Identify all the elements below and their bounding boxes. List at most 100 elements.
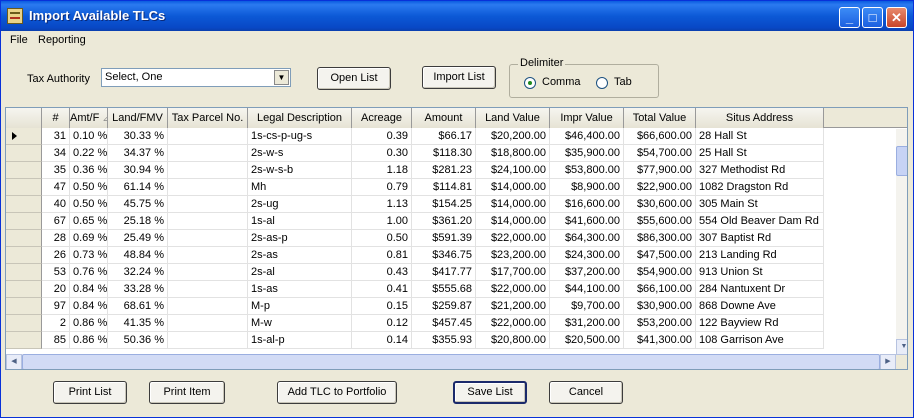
cell-situs-address[interactable]: 913 Union St	[696, 264, 824, 281]
cell-legal-description[interactable]: M-p	[248, 298, 352, 315]
menu-reporting[interactable]: Reporting	[38, 34, 86, 46]
cell-acreage[interactable]: 0.41	[352, 281, 412, 298]
cell-impr-value[interactable]: $53,800.00	[550, 162, 624, 179]
cell-amt-f[interactable]: 0.86 %	[70, 332, 108, 349]
cell-num[interactable]: 67	[42, 213, 70, 230]
cell-amount[interactable]: $281.23	[412, 162, 476, 179]
cell-tax-parcel[interactable]	[168, 315, 248, 332]
cell-amount[interactable]: $457.45	[412, 315, 476, 332]
cell-land-value[interactable]: $18,800.00	[476, 145, 550, 162]
cell-situs-address[interactable]: 327 Methodist Rd	[696, 162, 824, 179]
maximize-button[interactable]: □	[862, 7, 883, 28]
cell-impr-value[interactable]: $16,600.00	[550, 196, 624, 213]
row-header[interactable]	[6, 230, 42, 247]
cell-situs-address[interactable]: 1082 Dragston Rd	[696, 179, 824, 196]
tlc-grid[interactable]: # Amt/F⊿ Land/FMV Tax Parcel No. Legal Descr…	[5, 107, 908, 370]
cell-situs-address[interactable]: 305 Main St	[696, 196, 824, 213]
cell-land-fmv[interactable]: 68.61 %	[108, 298, 168, 315]
cell-tax-parcel[interactable]	[168, 128, 248, 145]
row-header[interactable]	[6, 179, 42, 196]
cell-amt-f[interactable]: 0.73 %	[70, 247, 108, 264]
cell-acreage[interactable]: 0.39	[352, 128, 412, 145]
cell-tax-parcel[interactable]	[168, 264, 248, 281]
cell-land-fmv[interactable]: 34.37 %	[108, 145, 168, 162]
cell-situs-address[interactable]: 28 Hall St	[696, 128, 824, 145]
cell-land-value[interactable]: $20,800.00	[476, 332, 550, 349]
row-header[interactable]	[6, 247, 42, 264]
cell-total-value[interactable]: $66,100.00	[624, 281, 696, 298]
cell-num[interactable]: 31	[42, 128, 70, 145]
cell-legal-description[interactable]: 1s-al	[248, 213, 352, 230]
row-header[interactable]	[6, 264, 42, 281]
cell-land-fmv[interactable]: 48.84 %	[108, 247, 168, 264]
cell-impr-value[interactable]: $24,300.00	[550, 247, 624, 264]
column-header-legal-description[interactable]: Legal Description	[248, 108, 352, 128]
cell-num[interactable]: 97	[42, 298, 70, 315]
cell-land-fmv[interactable]: 30.33 %	[108, 128, 168, 145]
cell-impr-value[interactable]: $8,900.00	[550, 179, 624, 196]
open-list-button[interactable]: Open List	[317, 67, 391, 90]
cell-num[interactable]: 34	[42, 145, 70, 162]
cell-acreage[interactable]: 0.79	[352, 179, 412, 196]
cell-land-value[interactable]: $14,000.00	[476, 196, 550, 213]
cell-amt-f[interactable]: 0.36 %	[70, 162, 108, 179]
cell-acreage[interactable]: 0.12	[352, 315, 412, 332]
tab-label[interactable]: Tab	[614, 76, 632, 88]
import-list-button[interactable]: Import List	[422, 66, 496, 89]
cell-total-value[interactable]: $41,300.00	[624, 332, 696, 349]
column-header-amt-f[interactable]: Amt/F⊿	[70, 108, 108, 128]
current-row-indicator[interactable]	[6, 128, 42, 145]
column-header-land-fmv[interactable]: Land/FMV	[108, 108, 168, 128]
app-icon[interactable]	[7, 8, 23, 24]
menu-file[interactable]: File	[10, 34, 28, 46]
cell-land-value[interactable]: $14,000.00	[476, 213, 550, 230]
cell-situs-address[interactable]: 284 Nantuxent Dr	[696, 281, 824, 298]
cell-amt-f[interactable]: 0.86 %	[70, 315, 108, 332]
cell-amount[interactable]: $591.39	[412, 230, 476, 247]
cell-num[interactable]: 85	[42, 332, 70, 349]
cell-land-fmv[interactable]: 32.24 %	[108, 264, 168, 281]
cell-legal-description[interactable]: 2s-al	[248, 264, 352, 281]
cell-impr-value[interactable]: $20,500.00	[550, 332, 624, 349]
cell-tax-parcel[interactable]	[168, 196, 248, 213]
cell-tax-parcel[interactable]	[168, 298, 248, 315]
cell-amt-f[interactable]: 0.69 %	[70, 230, 108, 247]
cell-total-value[interactable]: $22,900.00	[624, 179, 696, 196]
cell-total-value[interactable]: $77,900.00	[624, 162, 696, 179]
cell-amount[interactable]: $555.68	[412, 281, 476, 298]
row-header[interactable]	[6, 162, 42, 179]
cell-situs-address[interactable]: 307 Baptist Rd	[696, 230, 824, 247]
cell-num[interactable]: 26	[42, 247, 70, 264]
cell-impr-value[interactable]: $46,400.00	[550, 128, 624, 145]
cell-amount[interactable]: $355.93	[412, 332, 476, 349]
cell-acreage[interactable]: 0.43	[352, 264, 412, 281]
row-header[interactable]	[6, 281, 42, 298]
cell-situs-address[interactable]: 108 Garrison Ave	[696, 332, 824, 349]
cell-land-fmv[interactable]: 61.14 %	[108, 179, 168, 196]
cell-legal-description[interactable]: 2s-ug	[248, 196, 352, 213]
minimize-button[interactable]: _	[839, 7, 860, 28]
tax-authority-select[interactable]: Select, One ▼	[101, 68, 291, 87]
close-button[interactable]: ✕	[886, 7, 907, 28]
print-list-button[interactable]: Print List	[53, 381, 127, 404]
cell-num[interactable]: 53	[42, 264, 70, 281]
column-header-acreage[interactable]: Acreage	[352, 108, 412, 128]
cell-num[interactable]: 47	[42, 179, 70, 196]
cell-legal-description[interactable]: 2s-w-s-b	[248, 162, 352, 179]
cell-land-fmv[interactable]: 33.28 %	[108, 281, 168, 298]
cell-impr-value[interactable]: $31,200.00	[550, 315, 624, 332]
cell-acreage[interactable]: 1.18	[352, 162, 412, 179]
cell-num[interactable]: 2	[42, 315, 70, 332]
cell-acreage[interactable]: 0.14	[352, 332, 412, 349]
row-header[interactable]	[6, 213, 42, 230]
cell-amount[interactable]: $361.20	[412, 213, 476, 230]
cell-acreage[interactable]: 1.13	[352, 196, 412, 213]
tab-radio[interactable]	[596, 77, 608, 89]
cell-total-value[interactable]: $30,600.00	[624, 196, 696, 213]
comma-label[interactable]: Comma	[542, 76, 581, 88]
cell-num[interactable]: 35	[42, 162, 70, 179]
row-header[interactable]	[6, 298, 42, 315]
cell-tax-parcel[interactable]	[168, 332, 248, 349]
cell-tax-parcel[interactable]	[168, 145, 248, 162]
cell-amt-f[interactable]: 0.50 %	[70, 196, 108, 213]
